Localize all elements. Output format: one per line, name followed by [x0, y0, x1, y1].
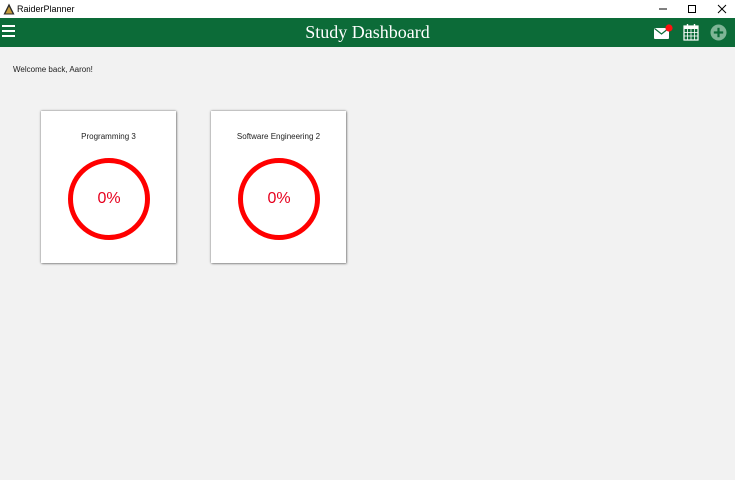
minimize-icon — [659, 8, 667, 10]
module-card[interactable]: Programming 3 0% — [41, 111, 176, 263]
hamburger-menu-icon[interactable] — [2, 25, 16, 39]
welcome-message: Welcome back, Aaron! — [13, 65, 93, 74]
add-circle-icon[interactable] — [710, 24, 727, 41]
calendar-icon[interactable] — [683, 23, 699, 41]
progress-percent: 0% — [267, 190, 291, 207]
window-titlebar: RaiderPlanner — [0, 0, 735, 18]
maximize-button[interactable] — [677, 0, 707, 18]
close-button[interactable] — [707, 0, 735, 18]
mail-icon[interactable] — [653, 24, 673, 42]
app-header: Study Dashboard — [0, 18, 735, 47]
progress-percent: 0% — [97, 190, 121, 207]
page-title: Study Dashboard — [305, 22, 430, 42]
app-logo-icon — [3, 3, 15, 15]
maximize-icon — [688, 5, 696, 13]
minimize-button[interactable] — [648, 0, 678, 18]
app-title: RaiderPlanner — [17, 4, 75, 14]
module-card[interactable]: Software Engineering 2 0% — [211, 111, 346, 263]
module-title: Software Engineering 2 — [236, 132, 321, 141]
module-title: Programming 3 — [81, 132, 136, 141]
close-icon — [717, 4, 727, 14]
notification-dot — [665, 24, 673, 32]
